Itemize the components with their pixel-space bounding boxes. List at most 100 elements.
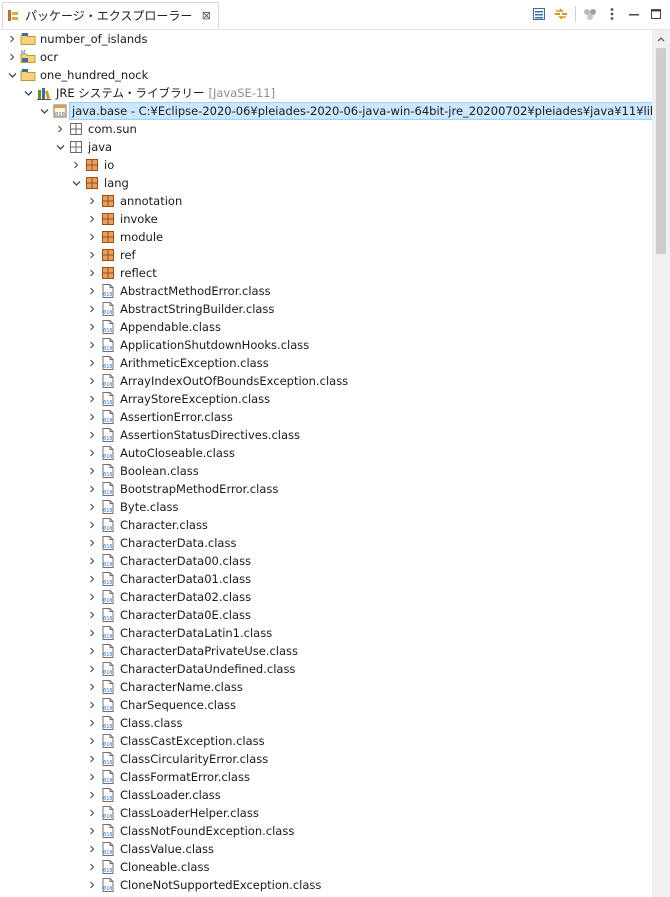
chevron-right-icon[interactable]	[86, 300, 98, 318]
tree-row[interactable]: 010 ApplicationShutdownHooks.class	[0, 336, 652, 354]
chevron-right-icon[interactable]	[86, 444, 98, 462]
tree-row[interactable]: 010 ClassValue.class	[0, 840, 652, 858]
chevron-right-icon[interactable]	[86, 372, 98, 390]
tree-row[interactable]: java	[0, 138, 652, 156]
tree-row[interactable]: JRE システム・ライブラリー [JavaSE-11]	[0, 84, 652, 102]
chevron-right-icon[interactable]	[86, 804, 98, 822]
tree-row[interactable]: 010 CharacterData02.class	[0, 588, 652, 606]
tree-row[interactable]: 010 Boolean.class	[0, 462, 652, 480]
tree-row[interactable]: 010 CharacterData00.class	[0, 552, 652, 570]
tree-row[interactable]: 010 CharacterDataPrivateUse.class	[0, 642, 652, 660]
chevron-right-icon[interactable]	[86, 840, 98, 858]
chevron-right-icon[interactable]	[86, 588, 98, 606]
tree-row[interactable]: 010 AssertionError.class	[0, 408, 652, 426]
chevron-right-icon[interactable]	[86, 606, 98, 624]
tree-row[interactable]: 010 Cloneable.class	[0, 858, 652, 876]
tree-row[interactable]: one_hundred_nock	[0, 66, 652, 84]
tree-row[interactable]: 010 ClassNotFoundException.class	[0, 822, 652, 840]
chevron-right-icon[interactable]	[86, 570, 98, 588]
tree-row[interactable]: 010 Appendable.class	[0, 318, 652, 336]
tree-row[interactable]: 010 AbstractStringBuilder.class	[0, 300, 652, 318]
chevron-right-icon[interactable]	[86, 678, 98, 696]
chevron-right-icon[interactable]	[54, 120, 66, 138]
tree-row[interactable]: com.sun	[0, 120, 652, 138]
tree-row[interactable]: Mocr	[0, 48, 652, 66]
chevron-right-icon[interactable]	[86, 318, 98, 336]
scrollbar-thumb[interactable]	[656, 48, 666, 254]
tree-row[interactable]: 010 CharacterData0E.class	[0, 606, 652, 624]
chevron-right-icon[interactable]	[86, 768, 98, 786]
chevron-right-icon[interactable]	[86, 354, 98, 372]
chevron-right-icon[interactable]	[86, 714, 98, 732]
tree-row[interactable]: 010 java.base - C:¥Eclipse-2020-06¥pleiad…	[0, 102, 652, 120]
chevron-right-icon[interactable]	[86, 552, 98, 570]
tree-row[interactable]: ref	[0, 246, 652, 264]
chevron-right-icon[interactable]	[86, 426, 98, 444]
tree-row[interactable]: module	[0, 228, 652, 246]
chevron-right-icon[interactable]	[86, 660, 98, 678]
chevron-right-icon[interactable]	[86, 282, 98, 300]
package-explorer-tab[interactable]: パッケージ・エクスプローラー ⊠	[2, 2, 220, 28]
chevron-right-icon[interactable]	[70, 156, 82, 174]
tree-row[interactable]: 010 AbstractMethodError.class	[0, 282, 652, 300]
focus-on-active-task-icon[interactable]	[582, 6, 598, 22]
tree-row[interactable]: 010 Character.class	[0, 516, 652, 534]
chevron-right-icon[interactable]	[86, 192, 98, 210]
chevron-down-icon[interactable]	[6, 66, 18, 84]
chevron-right-icon[interactable]	[86, 246, 98, 264]
tree-row[interactable]: 010 Class.class	[0, 714, 652, 732]
chevron-right-icon[interactable]	[86, 408, 98, 426]
chevron-right-icon[interactable]	[86, 516, 98, 534]
tree-row[interactable]: 010 CharacterName.class	[0, 678, 652, 696]
tree-row[interactable]: 010 ClassLoader.class	[0, 786, 652, 804]
chevron-right-icon[interactable]	[86, 498, 98, 516]
tree-row[interactable]: 010 Byte.class	[0, 498, 652, 516]
tree-row[interactable]: 010 CharacterDataLatin1.class	[0, 624, 652, 642]
chevron-right-icon[interactable]	[86, 228, 98, 246]
chevron-right-icon[interactable]	[86, 786, 98, 804]
tree-row[interactable]: number_of_islands	[0, 30, 652, 48]
tree-row[interactable]: 010 BootstrapMethodError.class	[0, 480, 652, 498]
chevron-right-icon[interactable]	[86, 264, 98, 282]
chevron-right-icon[interactable]	[86, 624, 98, 642]
tree-row[interactable]: lang	[0, 174, 652, 192]
tree-row[interactable]: 010 ArrayIndexOutOfBoundsException.class	[0, 372, 652, 390]
close-icon[interactable]: ⊠	[200, 9, 212, 22]
tree-row[interactable]: 010 ArithmeticException.class	[0, 354, 652, 372]
chevron-down-icon[interactable]	[70, 174, 82, 192]
chevron-right-icon[interactable]	[6, 48, 18, 66]
minimize-icon[interactable]	[626, 6, 642, 22]
tree-row[interactable]: 010 AutoCloseable.class	[0, 444, 652, 462]
vertical-scrollbar[interactable]	[652, 30, 670, 897]
collapse-all-icon[interactable]	[531, 6, 547, 22]
tree-row[interactable]: 010 ArrayStoreException.class	[0, 390, 652, 408]
link-with-editor-icon[interactable]	[553, 6, 569, 22]
chevron-down-icon[interactable]	[38, 102, 50, 120]
tree-row[interactable]: annotation	[0, 192, 652, 210]
chevron-right-icon[interactable]	[6, 30, 18, 48]
chevron-right-icon[interactable]	[86, 858, 98, 876]
chevron-down-icon[interactable]	[54, 138, 66, 156]
chevron-right-icon[interactable]	[86, 732, 98, 750]
tree-row[interactable]: io	[0, 156, 652, 174]
tree-row[interactable]: 010 AssertionStatusDirectives.class	[0, 426, 652, 444]
tree-row[interactable]: 010 CharacterDataUndefined.class	[0, 660, 652, 678]
tree-row[interactable]: reflect	[0, 264, 652, 282]
chevron-right-icon[interactable]	[86, 696, 98, 714]
tree-row[interactable]: 010 ClassLoaderHelper.class	[0, 804, 652, 822]
tree-row[interactable]: 010 CharacterData.class	[0, 534, 652, 552]
chevron-right-icon[interactable]	[86, 390, 98, 408]
chevron-right-icon[interactable]	[86, 822, 98, 840]
tree-row[interactable]: 010 ClassCircularityError.class	[0, 750, 652, 768]
chevron-right-icon[interactable]	[86, 336, 98, 354]
tree-row[interactable]: 010 ClassFormatError.class	[0, 768, 652, 786]
tree-row[interactable]: 010 ClassCastException.class	[0, 732, 652, 750]
maximize-icon[interactable]	[648, 6, 664, 22]
chevron-right-icon[interactable]	[86, 876, 98, 894]
chevron-right-icon[interactable]	[86, 642, 98, 660]
chevron-down-icon[interactable]	[22, 84, 34, 102]
tree-row[interactable]: invoke	[0, 210, 652, 228]
chevron-right-icon[interactable]	[86, 210, 98, 228]
chevron-right-icon[interactable]	[86, 534, 98, 552]
tree-row[interactable]: 010 CharacterData01.class	[0, 570, 652, 588]
